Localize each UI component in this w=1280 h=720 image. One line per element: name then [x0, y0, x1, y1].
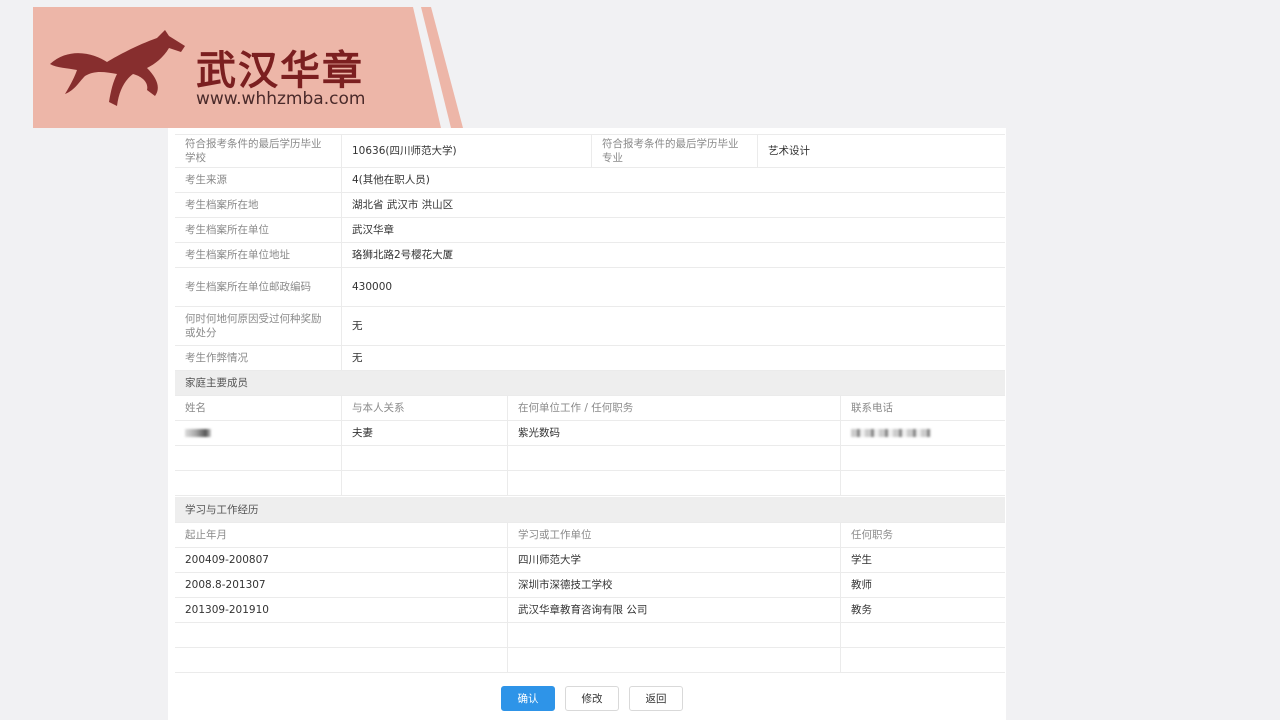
column-header: 任何职务	[840, 523, 1005, 547]
info-label: 考生档案所在单位地址	[185, 249, 290, 261]
info-row: 考生来源 4(其他在职人员)	[175, 168, 1005, 193]
column-header: 姓名	[185, 402, 206, 414]
family-section-header: 家庭主要成员	[175, 371, 1005, 396]
history-section-header: 学习与工作经历	[175, 497, 1005, 523]
history-unit: 四川师范大学	[507, 548, 840, 572]
column-header: 在何单位工作 / 任何职务	[507, 396, 840, 420]
info-row: 何时何地何原因受过何种奖励或处分 无	[175, 307, 1005, 346]
section-title: 家庭主要成员	[185, 377, 248, 389]
brand-url: www.whhzmba.com	[196, 89, 366, 109]
info-label: 何时何地何原因受过何种奖励或处分	[185, 313, 322, 339]
info-label: 考生档案所在地	[185, 199, 259, 211]
info-value: 无	[341, 307, 1005, 345]
info-label: 符合报考条件的最后学历毕业学校	[185, 138, 322, 164]
table-row: 2008.8-201307 深圳市深德技工学校 教师	[175, 573, 1005, 598]
info-value: 艺术设计	[757, 135, 1005, 167]
info-label: 考生作弊情况	[185, 352, 248, 364]
info-row: 考生作弊情况 无	[175, 346, 1005, 371]
info-value: 珞狮北路2号樱花大厦	[341, 243, 1005, 267]
info-label: 考生来源	[185, 174, 227, 186]
history-unit: 深圳市深德技工学校	[507, 573, 840, 597]
family-header-row: 姓名 与本人关系 在何单位工作 / 任何职务 联系电话	[175, 396, 1005, 421]
info-row: 考生档案所在单位邮政编码 430000	[175, 268, 1005, 307]
info-label: 符合报考条件的最后学历毕业专业	[591, 135, 757, 167]
info-label: 考生档案所在单位	[185, 224, 269, 236]
table-row	[175, 471, 1005, 496]
table-row	[175, 446, 1005, 471]
history-period: 200409-200807	[185, 554, 269, 566]
history-role: 学生	[840, 548, 1005, 572]
column-header: 学习或工作单位	[507, 523, 840, 547]
table-row	[175, 623, 1005, 648]
info-value: 无	[341, 346, 1005, 370]
brand-name: 武汉华章	[196, 48, 364, 94]
table-row: 200409-200807 四川师范大学 学生	[175, 548, 1005, 573]
info-value: 4(其他在职人员)	[341, 168, 1005, 192]
info-value: 10636(四川师范大学)	[341, 135, 591, 167]
redacted-name	[175, 421, 341, 445]
review-form-panel: 符合报考条件的最后学历毕业学校 10636(四川师范大学) 符合报考条件的最后学…	[168, 128, 1006, 720]
column-header: 与本人关系	[341, 396, 507, 420]
section-title: 学习与工作经历	[185, 503, 259, 516]
modify-button[interactable]: 修改	[565, 686, 619, 711]
confirm-button[interactable]: 确认	[501, 686, 555, 711]
info-row: 考生档案所在单位地址 珞狮北路2号樱花大厦	[175, 243, 1005, 268]
info-row: 考生档案所在单位 武汉华章	[175, 218, 1005, 243]
table-row	[175, 648, 1005, 673]
redacted-phone	[840, 421, 1005, 445]
family-relation: 夫妻	[341, 421, 507, 445]
info-label: 考生档案所在单位邮政编码	[185, 281, 311, 293]
info-value: 湖北省 武汉市 洪山区	[341, 193, 1005, 217]
history-role: 教师	[840, 573, 1005, 597]
family-work: 紫光数码	[507, 421, 840, 445]
history-period: 2008.8-201307	[185, 579, 266, 591]
info-row: 考生档案所在地 湖北省 武汉市 洪山区	[175, 193, 1005, 218]
info-row: 符合报考条件的最后学历毕业学校 10636(四川师范大学) 符合报考条件的最后学…	[175, 134, 1005, 168]
horse-logo-icon	[50, 30, 185, 106]
history-role: 教务	[840, 598, 1005, 622]
history-period: 201309-201910	[185, 604, 269, 616]
history-header-row: 起止年月 学习或工作单位 任何职务	[175, 523, 1005, 548]
table-row: 201309-201910 武汉华章教育咨询有限 公司 教务	[175, 598, 1005, 623]
history-unit: 武汉华章教育咨询有限 公司	[507, 598, 840, 622]
table-row: 夫妻 紫光数码	[175, 421, 1005, 446]
back-button[interactable]: 返回	[629, 686, 683, 711]
info-value: 430000	[341, 268, 1005, 306]
column-header: 联系电话	[840, 396, 1005, 420]
column-header: 起止年月	[185, 529, 227, 541]
info-value: 武汉华章	[341, 218, 1005, 242]
